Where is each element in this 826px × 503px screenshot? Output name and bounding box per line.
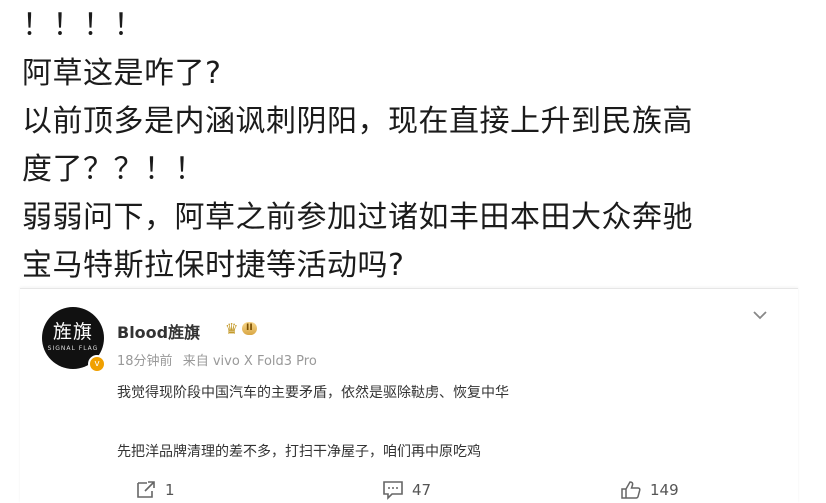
post-line: 以前顶多是内涵讽刺阴阳，现在直接上升到民族高 <box>22 104 693 139</box>
post-line: 阿草这是咋了? <box>22 56 222 91</box>
avatar-logo-subtext: SIGNAL FLAG <box>47 345 99 352</box>
crown-icon: ♛ <box>225 320 239 338</box>
comment-button[interactable]: 47 <box>382 477 431 503</box>
verified-badge-icon: v <box>88 355 106 373</box>
post-meta: 18分钟前 来自 vivo X Fold3 Pro <box>117 350 323 369</box>
card-body-line: 先把洋品牌清理的差不多，打扫干净屋子，咱们再中原吃鸡 <box>117 444 481 460</box>
repost-icon <box>137 481 155 498</box>
repost-count: 1 <box>165 481 175 499</box>
quoted-weibo-card[interactable]: 旌旗 SIGNAL FLAG v Blood旌旗 ♛ II 18分钟前 来自 v… <box>20 288 798 503</box>
thumbs-up-icon <box>621 481 641 499</box>
card-body-line: 我觉得现阶段中国汽车的主要矛盾，依然是驱除鞑虏、恢复中华 <box>117 385 509 401</box>
username[interactable]: Blood旌旗 <box>117 319 200 343</box>
post-time: 18分钟前 <box>117 354 173 369</box>
post-line: 宝马特斯拉保时捷等活动吗? <box>22 248 405 283</box>
comment-count: 47 <box>412 481 432 499</box>
like-button[interactable]: 149 <box>620 477 679 503</box>
repost-button[interactable]: 1 <box>135 477 175 503</box>
post-text: ！！！！ 阿草这是咋了? 以前顶多是内涵讽刺阴阳，现在直接上升到民族高 度了？？… <box>22 2 812 290</box>
post-line: 度了？？！！ <box>22 152 205 187</box>
vip-level-badge: II <box>242 322 257 335</box>
comment-icon <box>383 481 403 500</box>
like-count: 149 <box>650 481 679 499</box>
action-bar: 1 47 149 <box>20 477 798 503</box>
chevron-down-icon[interactable] <box>750 305 770 325</box>
post-source: 来自 vivo X Fold3 Pro <box>182 354 317 369</box>
post-line: 弱弱问下，阿草之前参加过诸如丰田本田大众奔驰 <box>22 200 693 235</box>
post-line: ！！！！ <box>22 8 144 43</box>
avatar-logo-text: 旌旗 <box>52 321 93 343</box>
